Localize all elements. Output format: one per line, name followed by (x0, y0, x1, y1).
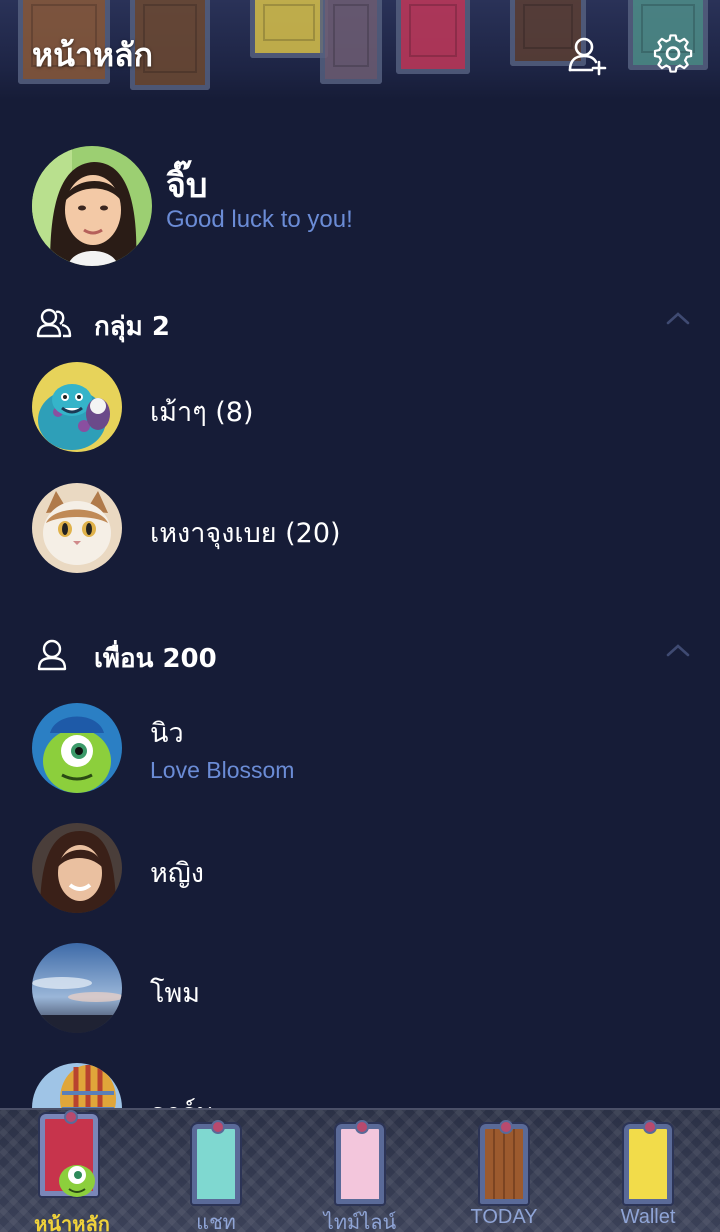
add-friend-icon[interactable] (566, 34, 608, 76)
tab-wallet[interactable]: Wallet (576, 1110, 720, 1232)
group-row-2[interactable]: เหงาจุงเบย (20) (32, 483, 692, 575)
group-icon (36, 306, 72, 340)
group-name: เม้าๆ (8) (150, 397, 254, 428)
tab-home[interactable]: หน้าหลัก (0, 1110, 144, 1232)
tab-chat[interactable]: แชท (144, 1110, 288, 1232)
friend-avatar (32, 943, 122, 1033)
chevron-up-icon[interactable] (666, 642, 690, 658)
friend-name: หญิง (150, 858, 204, 889)
tab-today-label: TODAY (470, 1206, 538, 1228)
gear-icon[interactable] (652, 34, 694, 76)
tab-home-label: หน้าหลัก (34, 1214, 110, 1232)
door-icon (192, 1120, 240, 1204)
tab-timeline-label: ไทม์ไลน์ (323, 1212, 397, 1232)
friends-section-title: เพื่อน 200 (94, 644, 217, 674)
my-profile[interactable]: จิ๊บ Good luck to you! (32, 146, 692, 268)
tab-today[interactable]: TODAY (432, 1110, 576, 1232)
friend-status-message: Love Blossom (150, 757, 295, 783)
header-bar: หน้าหลัก (0, 0, 720, 100)
tab-timeline[interactable]: ไทม์ไลน์ (288, 1110, 432, 1232)
group-name: เหงาจุงเบย (20) (150, 518, 341, 549)
profile-status-message: Good luck to you! (166, 206, 353, 233)
friends-section-header[interactable]: เพื่อน 200 (36, 632, 696, 676)
profile-name: จิ๊บ (166, 166, 208, 206)
group-row-1[interactable]: เม้าๆ (8) (32, 362, 692, 454)
friend-row-3[interactable]: โพม (32, 943, 692, 1035)
friend-row-2[interactable]: หญิง (32, 823, 692, 915)
friend-name: โพม (150, 978, 201, 1009)
door-icon (480, 1120, 528, 1204)
door-icon (624, 1120, 672, 1204)
tab-wallet-label: Wallet (620, 1206, 676, 1228)
groups-section-header[interactable]: กลุ่ม 2 (36, 300, 696, 344)
page-title: หน้าหลัก (32, 36, 154, 74)
group-avatar (32, 483, 122, 573)
profile-avatar[interactable] (32, 146, 152, 266)
person-icon (36, 638, 72, 672)
door-icon (336, 1120, 384, 1204)
group-avatar (32, 362, 122, 452)
bottom-tab-bar: หน้าหลัก แชท ไทม์ไลน์ TODAY Wallet (0, 1108, 720, 1232)
friend-row-1[interactable]: นิว Love Blossom (32, 703, 692, 795)
door-icon (40, 1110, 98, 1197)
friend-name: นิว (150, 718, 184, 749)
tab-chat-label: แชท (196, 1212, 236, 1232)
groups-section-title: กลุ่ม 2 (94, 312, 170, 342)
friend-avatar (32, 703, 122, 793)
friend-avatar (32, 823, 122, 913)
chevron-up-icon[interactable] (666, 310, 690, 326)
